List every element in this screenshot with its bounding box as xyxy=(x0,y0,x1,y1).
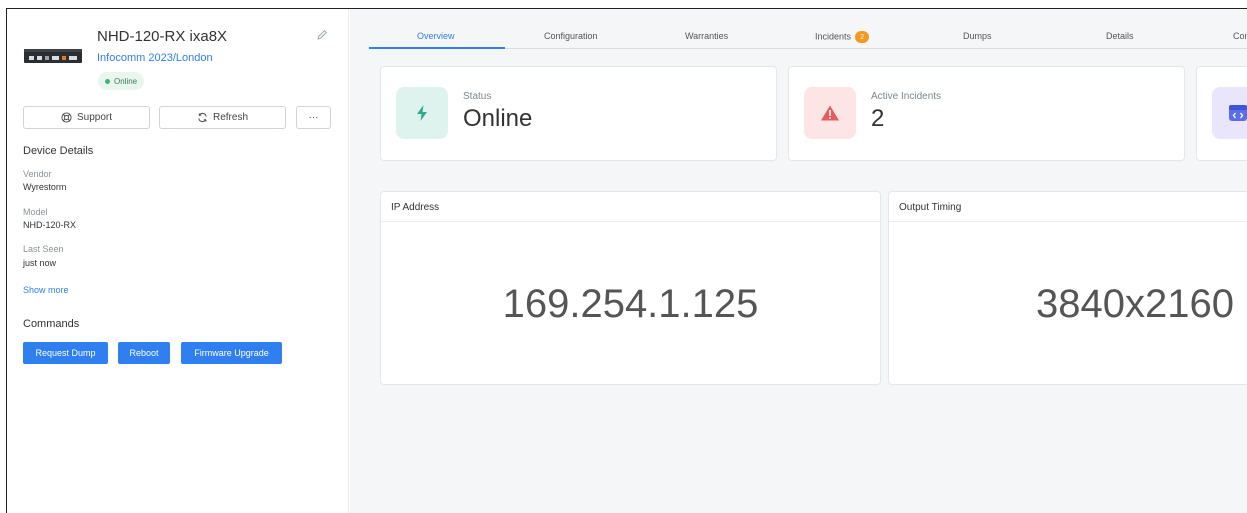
request-dump-button[interactable]: Request Dump xyxy=(23,342,108,364)
reboot-button[interactable]: Reboot xyxy=(118,342,170,364)
status-badge: Online xyxy=(98,72,145,90)
last-seen-value: just now xyxy=(23,258,57,268)
refresh-button-label: Refresh xyxy=(212,112,248,123)
device-location-link[interactable]: Infocomm 2023/London xyxy=(97,52,213,64)
tab-details[interactable]: Details xyxy=(1106,31,1134,41)
vendor-label: Vendor xyxy=(23,169,52,179)
tab-details-label: Details xyxy=(1106,31,1134,41)
incidents-card-value: 2 xyxy=(871,105,885,132)
tab-incidents-label: Incidents xyxy=(815,31,852,42)
status-card: Status Online xyxy=(380,66,777,161)
main-content: Overview Configuration Warranties Incide… xyxy=(350,9,1247,513)
pencil-icon[interactable] xyxy=(315,28,329,42)
last-seen-label: Last Seen xyxy=(23,244,64,254)
ip-address-panel: IP Address 169.254.1.125 xyxy=(380,191,881,385)
tab-warranties[interactable]: Warranties xyxy=(685,31,728,41)
active-incidents-card[interactable]: Active Incidents 2 xyxy=(788,66,1185,161)
tab-configuration-label: Configuration xyxy=(544,31,598,41)
tab-comm-label: Comm xyxy=(1233,31,1247,41)
output-timing-panel: Output Timing 3840x2160 xyxy=(888,191,1247,385)
code-window-icon xyxy=(1229,105,1247,121)
ip-address-value: 169.254.1.125 xyxy=(502,281,759,326)
ip-address-panel-title: IP Address xyxy=(381,192,880,222)
commands-heading: Commands xyxy=(23,318,80,330)
status-card-label: Status xyxy=(463,91,492,102)
status-badge-label: Online xyxy=(114,76,138,86)
tab-bar: Overview Configuration Warranties Incide… xyxy=(350,9,1247,49)
incidents-count-badge: 2 xyxy=(855,31,870,43)
refresh-icon xyxy=(198,113,207,122)
warning-triangle-icon xyxy=(821,105,839,121)
tab-dumps[interactable]: Dumps xyxy=(963,31,992,41)
show-more-link[interactable]: Show more xyxy=(23,285,69,295)
tab-configuration[interactable]: Configuration xyxy=(544,31,598,41)
vendor-value: Wyrestorm xyxy=(23,182,67,192)
status-icon-tile xyxy=(396,87,448,139)
firmware-upgrade-button[interactable]: Firmware Upgrade xyxy=(181,342,282,364)
incidents-card-label: Active Incidents xyxy=(871,91,942,102)
device-details-heading: Device Details xyxy=(23,145,94,157)
tab-overview-label: Overview xyxy=(417,31,455,41)
tab-comm[interactable]: Comm xyxy=(1233,31,1247,41)
support-button-label: Support xyxy=(76,112,113,123)
more-icon: ··· xyxy=(308,112,319,123)
incidents-icon-tile xyxy=(804,87,856,139)
tab-incidents[interactable]: Incidents 2 xyxy=(815,31,870,43)
output-timing-value: 3840x2160 xyxy=(1036,281,1234,326)
online-dot-icon xyxy=(105,78,110,84)
support-button[interactable]: Support xyxy=(23,106,150,129)
device-image xyxy=(24,49,82,63)
refresh-button[interactable]: Refresh xyxy=(159,106,286,129)
third-summary-card xyxy=(1196,66,1247,161)
model-value: NHD-120-RX xyxy=(23,220,77,230)
third-card-icon-tile xyxy=(1212,87,1247,139)
model-label: Model xyxy=(23,207,48,217)
tab-dumps-label: Dumps xyxy=(963,31,992,41)
output-timing-panel-title: Output Timing xyxy=(889,192,1247,222)
active-tab-indicator xyxy=(369,47,505,49)
device-sidebar: NHD-120-RX ixa8X Infocomm 2023/London On… xyxy=(7,9,349,513)
tab-overview[interactable]: Overview xyxy=(417,31,455,41)
more-actions-button[interactable]: ··· xyxy=(296,106,331,129)
device-title: NHD-120-RX ixa8X xyxy=(97,28,228,45)
tab-warranties-label: Warranties xyxy=(685,31,729,41)
lifebuoy-icon xyxy=(61,112,72,123)
bolt-icon xyxy=(417,105,427,121)
status-card-value: Online xyxy=(463,105,533,132)
app-window: NHD-120-RX ixa8X Infocomm 2023/London On… xyxy=(6,8,1247,513)
